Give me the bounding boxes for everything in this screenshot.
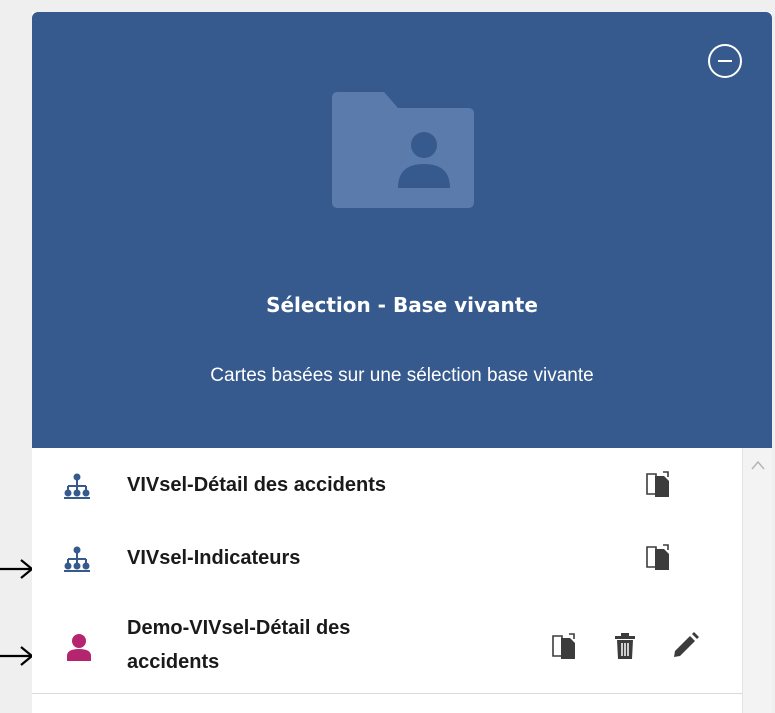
arrow-pointer-icon (0, 559, 34, 579)
collapse-icon[interactable] (708, 44, 742, 78)
arrow-pointer-icon (0, 646, 34, 666)
user-icon (67, 634, 91, 661)
hierarchy-icon (64, 473, 90, 499)
list-item[interactable]: VIVsel-Détail des accidents (32, 448, 742, 523)
panel-subtitle: Cartes basées sur une sélection base viv… (210, 365, 594, 386)
scrollbar[interactable] (742, 448, 772, 713)
selection-panel: Sélection - Base vivante Cartes basées s… (32, 12, 772, 713)
panel-title: Sélection - Base vivante (266, 293, 538, 317)
copy-icon[interactable] (552, 633, 576, 659)
folder-user-icon (332, 92, 474, 208)
copy-icon[interactable] (646, 471, 670, 497)
list-item[interactable]: VIVsel-Indicateurs (32, 522, 742, 598)
list-item-label: VIVsel-Détail des accidents (127, 474, 387, 496)
edit-icon[interactable] (673, 632, 699, 658)
list-item[interactable]: Demo-VIVsel-Détail des accidents (32, 597, 742, 694)
list-item-label: Demo-VIVsel-Détail des accidents (127, 617, 351, 673)
copy-icon[interactable] (646, 544, 670, 570)
trash-icon[interactable] (615, 633, 635, 659)
hierarchy-icon (64, 546, 90, 572)
chevron-up-icon[interactable] (751, 460, 765, 470)
list-item-label: VIVsel-Indicateurs (127, 547, 301, 569)
panel-header: Sélection - Base vivante Cartes basées s… (32, 12, 772, 448)
